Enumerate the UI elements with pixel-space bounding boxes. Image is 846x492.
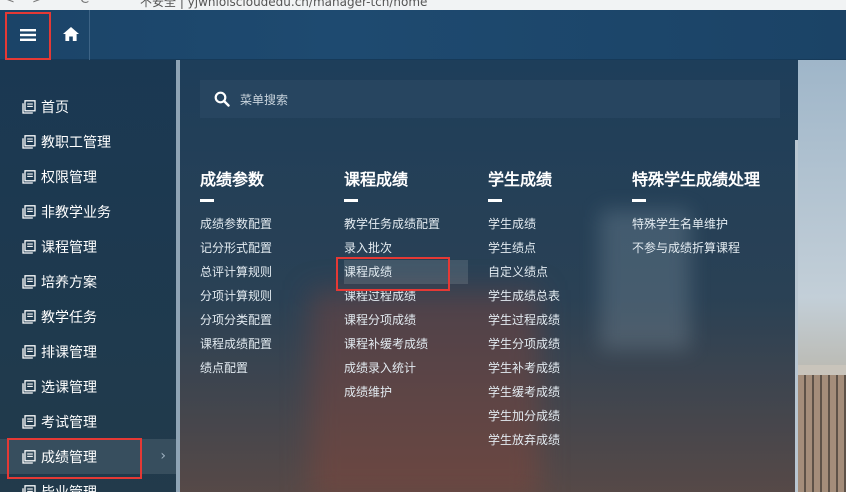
sidebar-item[interactable]: 毕业管理 <box>0 474 176 492</box>
sidebar-item-label: 首页 <box>41 99 69 116</box>
menu-link[interactable]: 不参与成绩折算课程 <box>632 236 762 260</box>
document-icon <box>22 309 36 324</box>
sidebar-item[interactable]: 非教学业务 <box>0 194 176 229</box>
menu-link[interactable]: 分项计算规则 <box>200 284 272 308</box>
menu-link[interactable]: 成绩录入统计 <box>344 356 468 380</box>
sidebar-item[interactable]: 权限管理 <box>0 159 176 194</box>
sidebar-item[interactable]: 培养方案 <box>0 264 176 299</box>
document-icon <box>22 449 36 464</box>
document-icon <box>22 134 36 149</box>
menu-link[interactable]: 成绩维护 <box>344 380 468 404</box>
menu-link[interactable]: 录入批次 <box>344 236 468 260</box>
menu-column-title: 成绩参数 <box>200 168 272 202</box>
menu-link[interactable]: 特殊学生名单维护 <box>632 212 762 236</box>
sidebar-item[interactable]: 选课管理 <box>0 369 176 404</box>
sidebar-item-label: 教职工管理 <box>41 134 111 151</box>
menu-link[interactable]: 学生加分成绩 <box>488 404 560 428</box>
sidebar-item-label: 毕业管理 <box>41 482 97 492</box>
menu-link[interactable]: 课程成绩 <box>344 260 468 284</box>
hamburger-icon <box>20 27 36 46</box>
menu-link[interactable]: 教学任务成绩配置 <box>344 212 468 236</box>
document-icon <box>22 239 36 254</box>
menu-link[interactable]: 学生成绩总表 <box>488 284 560 308</box>
sidebar-item-label: 课程管理 <box>41 239 97 256</box>
menu-link[interactable]: 课程过程成绩 <box>344 284 468 308</box>
menu-column: 学生成绩 学生成绩 学生绩点 自定义绩点 学生成绩总表 学生过程成绩 学生分项成绩 学生补考成… <box>488 168 560 452</box>
menu-link[interactable]: 成绩参数配置 <box>200 212 272 236</box>
sidebar-item[interactable]: 教学任务 <box>0 299 176 334</box>
sidebar-item-label: 教学任务 <box>41 309 97 326</box>
document-icon <box>22 379 36 394</box>
campus-photo <box>798 60 846 492</box>
document-icon <box>22 274 36 289</box>
document-icon <box>22 169 36 184</box>
sidebar-item[interactable]: 考试管理 <box>0 404 176 439</box>
menu-link[interactable]: 自定义绩点 <box>488 260 560 284</box>
menu-link[interactable]: 绩点配置 <box>200 356 272 380</box>
sidebar-item-label: 权限管理 <box>41 169 97 186</box>
menu-column: 特殊学生成绩处理特殊学生名单维护 不参与成绩折算课程 <box>632 168 762 260</box>
sidebar-item-label: 考试管理 <box>41 414 97 431</box>
menu-column: 成绩参数成绩参数配置 记分形式配置 总评计算规则 分项计算规则 分项分类配置 课程成绩配置… <box>200 168 272 380</box>
menu-link[interactable]: 记分形式配置 <box>200 236 272 260</box>
sidebar-item[interactable]: 课程管理 <box>0 229 176 264</box>
title-underline <box>344 199 358 202</box>
menu-link[interactable]: 学生放弃成绩 <box>488 428 560 452</box>
sidebar-item-label: 非教学业务 <box>41 204 111 221</box>
menu-column-title-text: 成绩参数 <box>200 170 265 189</box>
search-placeholder: 菜单搜索 <box>240 92 289 107</box>
reload-icon[interactable]: C <box>80 0 89 7</box>
title-underline <box>200 199 214 202</box>
sidebar-item-label: 选课管理 <box>41 379 97 396</box>
menu-link[interactable]: 学生缓考成绩 <box>488 380 560 404</box>
menu-link[interactable]: 总评计算规则 <box>200 260 272 284</box>
menu-search-input[interactable]: 菜单搜索 <box>200 80 780 118</box>
search-icon <box>214 91 230 107</box>
menu-link[interactable]: 学生补考成绩 <box>488 356 560 380</box>
url-text[interactable]: 不安全 | yjwnloiscloudedu.cn/manager-tch/ho… <box>140 0 427 10</box>
home-icon <box>62 26 79 45</box>
menu-link[interactable]: 学生绩点 <box>488 236 560 260</box>
top-bar <box>0 10 846 60</box>
menu-column: 课程成绩 教学任务成绩配置 录入批次 课程成绩 课程过程成绩 课程分项成绩 课程补缓考成绩成… <box>344 168 468 404</box>
chevron-right-icon: › <box>160 448 166 464</box>
menu-link[interactable]: 课程分项成绩 <box>344 308 468 332</box>
sidebar-item[interactable]: 教职工管理 <box>0 124 176 159</box>
sidebar-item[interactable]: 成绩管理 › <box>0 439 176 474</box>
menu-link[interactable]: 课程补缓考成绩 <box>344 332 468 356</box>
forward-icon[interactable]: > <box>32 0 43 7</box>
back-icon[interactable]: < <box>4 0 15 7</box>
menu-link[interactable]: 学生过程成绩 <box>488 308 560 332</box>
document-icon <box>22 484 36 492</box>
menu-link[interactable]: 分项分类配置 <box>200 308 272 332</box>
sidebar-item-label: 培养方案 <box>41 274 97 291</box>
sidebar-item[interactable]: 排课管理 <box>0 334 176 369</box>
title-underline <box>632 199 646 202</box>
menu-toggle-button[interactable] <box>5 12 51 60</box>
document-icon <box>22 344 36 359</box>
document-icon <box>22 99 36 114</box>
menu-column-title-text: 特殊学生成绩处理 <box>632 170 761 189</box>
menu-column-title-text: 学生成绩 <box>488 170 553 189</box>
menu-link[interactable]: 学生成绩 <box>488 212 560 236</box>
browser-address-bar: < > C 不安全 | yjwnloiscloudedu.cn/manager-… <box>0 0 846 10</box>
menu-column-title-text: 课程成绩 <box>344 170 409 189</box>
menu-column-title: 课程成绩 <box>344 168 468 202</box>
document-icon <box>22 204 36 219</box>
document-icon <box>22 414 36 429</box>
menu-column-title: 特殊学生成绩处理 <box>632 168 762 202</box>
sidebar-item[interactable]: 首页 <box>0 89 176 124</box>
home-button[interactable] <box>52 10 90 60</box>
menu-column-title: 学生成绩 <box>488 168 560 202</box>
menu-link[interactable]: 课程成绩配置 <box>200 332 272 356</box>
panel-scrollbar[interactable] <box>795 140 798 492</box>
sidebar-item-label: 排课管理 <box>41 344 97 361</box>
title-underline <box>488 199 502 202</box>
menu-link[interactable]: 学生分项成绩 <box>488 332 560 356</box>
sidebar-item-label: 成绩管理 <box>41 449 97 466</box>
